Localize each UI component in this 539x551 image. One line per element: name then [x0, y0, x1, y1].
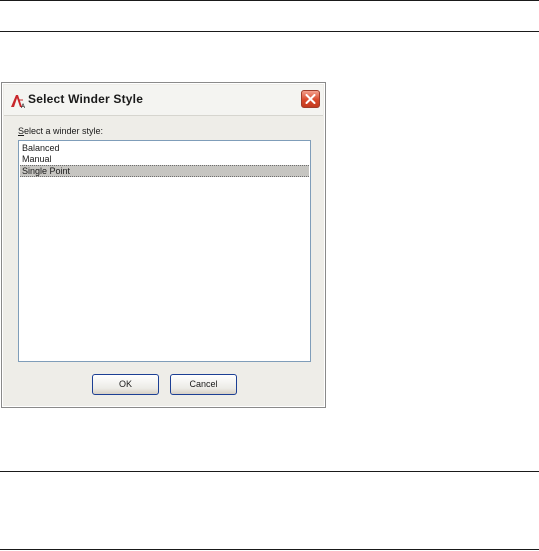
ok-button[interactable]: OK [92, 374, 159, 395]
autocad-a-icon: A [10, 93, 26, 110]
close-button[interactable] [301, 90, 320, 108]
list-item-manual[interactable]: Manual [20, 154, 309, 165]
top-rule [0, 0, 539, 1]
svg-text:A: A [21, 103, 26, 109]
footer-rule-bottom [0, 549, 539, 550]
cancel-button[interactable]: Cancel [170, 374, 237, 395]
dialog-title: Select Winder Style [28, 92, 144, 106]
list-item-single-point[interactable]: Single Point [20, 165, 309, 177]
list-item-balanced[interactable]: Balanced [20, 143, 309, 154]
title-bar: A Select Winder Style [4, 85, 323, 116]
header-rule [0, 31, 539, 32]
prompt-label: Select a winder style: [18, 126, 103, 136]
footer-rule-top [0, 471, 539, 472]
prompt-text: elect a winder style: [24, 126, 104, 136]
winder-style-list[interactable]: Balanced Manual Single Point [18, 140, 311, 362]
close-icon [305, 94, 316, 104]
select-winder-style-dialog: A Select Winder Style Select a winder st… [1, 82, 326, 408]
